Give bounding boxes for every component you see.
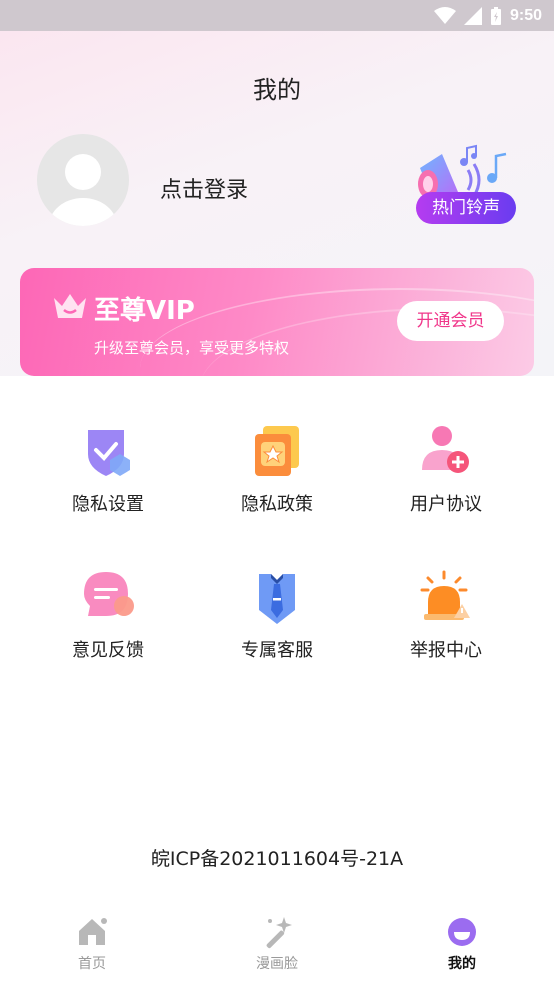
tie-icon [259,574,295,624]
menu-item-label: 用户协议 [410,494,482,515]
tab-cartoon-face[interactable]: 漫画脸 [207,910,347,973]
tab-home[interactable]: 首页 [22,910,162,973]
signal-icon [463,6,482,25]
tab-label: 我的 [448,956,476,972]
crown-icon [54,294,86,318]
default-user-icon [49,154,117,226]
smile-icon [448,918,476,946]
icp-number: 皖ICP备2021011604号-21A [150,848,404,870]
open-membership-button[interactable]: 开通会员 [397,301,504,341]
vip-card[interactable]: 至尊VIP 升级至尊会员，享受更多特权 开通会员 [20,268,534,376]
menu-item-report-center[interactable]: 举报中心 [376,570,516,662]
menu-item-customer-service[interactable]: 专属客服 [207,570,347,662]
tab-label: 漫画脸 [256,956,298,972]
shield-check-icon [88,430,130,476]
menu-item-label: 意见反馈 [72,640,144,661]
login-link[interactable]: 点击登录 [160,172,248,204]
bottom-tab-bar: 首页 漫画脸 我的 [0,910,554,986]
hot-ringtone-button[interactable]: 热门铃声 [416,192,516,224]
menu-item-privacy-policy[interactable]: 隐私政策 [207,424,347,516]
chat-bubble-icon [84,572,134,616]
menu-item-label: 隐私政策 [241,494,313,515]
menu-item-label: 专属客服 [241,640,313,661]
menu-item-feedback[interactable]: 意见反馈 [38,570,178,662]
menu-item-privacy-settings[interactable]: 隐私设置 [38,424,178,516]
magic-wand-icon [266,917,292,949]
policy-card-icon [255,426,299,476]
wifi-icon [433,6,456,24]
tab-label: 首页 [78,956,106,972]
user-add-icon [422,426,469,473]
vip-title: 至尊VIP [94,296,195,326]
menu-item-user-agreement[interactable]: 用户协议 [376,424,516,516]
menu-item-label: 举报中心 [410,640,482,661]
status-time: 9:50 [509,6,542,24]
vip-subtitle: 升级至尊会员，享受更多特权 [94,339,290,357]
home-icon [79,918,107,945]
page-title: 我的 [253,76,301,104]
battery-icon [490,6,501,25]
avatar[interactable] [37,134,129,226]
status-bar: 9:50 [0,0,554,31]
tab-mine[interactable]: 我的 [392,910,532,973]
menu-item-label: 隐私设置 [72,494,144,515]
alarm-icon [420,570,470,620]
